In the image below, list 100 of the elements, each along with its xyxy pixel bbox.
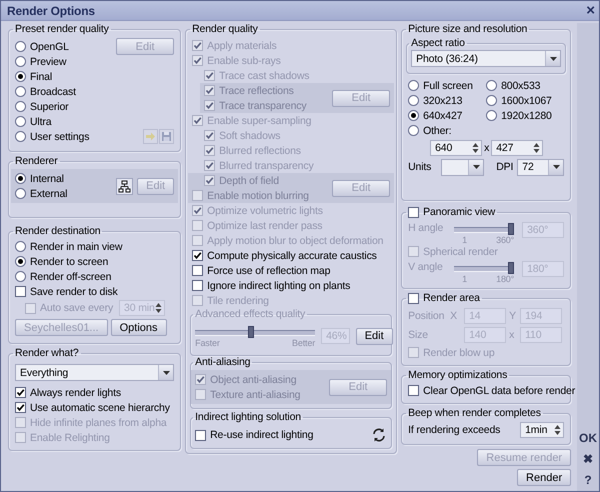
- radio-button[interactable]: [486, 110, 498, 121]
- dropdown[interactable]: Photo (36:24): [411, 50, 562, 67]
- group-title: Indirect lighting solution: [194, 411, 302, 424]
- checkbox-label: Ignore indirect lighting on plants: [207, 280, 350, 292]
- side-button[interactable]: ?: [577, 470, 599, 489]
- spin-icon[interactable]: [155, 302, 162, 314]
- radio-button[interactable]: [486, 80, 498, 91]
- checkbox[interactable]: [192, 280, 204, 291]
- radio-button[interactable]: [15, 116, 26, 127]
- radio-button[interactable]: [15, 71, 26, 82]
- times-label: x: [508, 329, 516, 341]
- checkbox-label: Render blow up: [423, 346, 495, 358]
- radio-button[interactable]: [15, 188, 26, 199]
- radio-label: Render in main view: [30, 240, 122, 252]
- close-button[interactable]: ×: [586, 4, 595, 18]
- slider-label: V angle: [408, 261, 444, 273]
- radio-button[interactable]: [15, 101, 26, 112]
- dropdown[interactable]: Everything: [15, 364, 174, 381]
- spin-icon[interactable]: [533, 142, 540, 154]
- radio-button[interactable]: [408, 110, 420, 121]
- hierarchy-icon[interactable]: [116, 178, 134, 194]
- slider[interactable]: [454, 262, 514, 274]
- checkbox-label: Trace cast shadows: [219, 70, 310, 82]
- times-label: x: [484, 142, 490, 154]
- checkbox-label: Use automatic scene hierarchy: [30, 402, 170, 414]
- spin-icon[interactable]: [472, 142, 480, 154]
- checkbox-label: Save render to disk: [30, 286, 118, 298]
- field-label: Units: [408, 161, 432, 173]
- group-title: Renderer: [14, 155, 59, 168]
- checkbox[interactable]: [408, 207, 420, 218]
- group-title: Memory optimizations: [407, 369, 508, 382]
- field-label: Y: [508, 310, 517, 322]
- checkbox[interactable]: [408, 385, 420, 396]
- checkbox[interactable]: [15, 387, 26, 398]
- checkbox-label: Enable Relighting: [30, 432, 110, 444]
- options-button[interactable]: Options: [110, 319, 167, 336]
- dropdown[interactable]: 72: [517, 158, 564, 176]
- radio-button[interactable]: [408, 80, 420, 91]
- checkbox[interactable]: [195, 430, 206, 440]
- checkbox[interactable]: [192, 250, 204, 261]
- checkbox[interactable]: [408, 293, 420, 304]
- tick-label: 360°: [496, 235, 514, 245]
- checkbox-label: Object anti-aliasing: [210, 374, 296, 386]
- radio-button[interactable]: [15, 256, 26, 267]
- radio-label: Render off-screen: [30, 270, 112, 282]
- tick-label: 1: [461, 235, 467, 245]
- group-title: Panoramic view: [423, 206, 496, 219]
- radio-button[interactable]: [486, 95, 498, 106]
- field-label: X: [450, 310, 458, 322]
- radio-button[interactable]: [408, 125, 420, 136]
- radio-label: 640x427: [423, 110, 462, 122]
- radio-button[interactable]: [15, 86, 26, 97]
- slider-thumb[interactable]: [508, 262, 514, 274]
- checkbox[interactable]: [15, 402, 26, 413]
- checkbox-label: Optimize volumetric lights: [207, 204, 323, 216]
- slider-thumb[interactable]: [508, 223, 514, 235]
- checkbox[interactable]: [15, 286, 26, 297]
- radio-label: Preview: [30, 56, 66, 68]
- slider[interactable]: [454, 223, 514, 235]
- duration-field[interactable]: 1min: [520, 422, 564, 438]
- group-title: Preset render quality: [14, 23, 110, 36]
- tick-label: Better: [292, 338, 316, 348]
- radio-label: User settings: [30, 130, 90, 142]
- radio-label: OpenGL: [30, 40, 69, 52]
- side-button[interactable]: OK: [577, 428, 599, 447]
- radio-button[interactable]: [15, 41, 26, 52]
- slider-label: H angle: [408, 222, 444, 234]
- refresh-icon[interactable]: [371, 427, 388, 443]
- radio-label: 1920x1280: [501, 110, 552, 122]
- checkbox-label: Enable sub-rays: [207, 54, 281, 66]
- group-title: Beep when render completes: [407, 407, 542, 420]
- radio-button[interactable]: [15, 271, 26, 282]
- checkbox-label: Compute physically accurate caustics: [207, 250, 377, 262]
- tick-label: Faster: [195, 338, 220, 348]
- field-label: If rendering exceeds: [408, 424, 500, 436]
- radio-button[interactable]: [15, 131, 26, 142]
- side-button[interactable]: ✖: [577, 449, 599, 468]
- checkbox-label: Texture anti-aliasing: [210, 388, 300, 400]
- checkbox[interactable]: [192, 265, 204, 276]
- radio-label: Internal: [30, 172, 64, 184]
- checkbox-label: Trace reflections: [219, 84, 294, 96]
- spin-icon[interactable]: [554, 424, 562, 436]
- radio-button[interactable]: [15, 241, 26, 252]
- checkbox-label: Always render lights: [30, 386, 121, 398]
- radio-label: 320x213: [423, 94, 462, 106]
- checkbox-label: Auto save every: [40, 302, 114, 314]
- group-title: Render what?: [14, 347, 80, 360]
- radio-label: External: [30, 188, 68, 200]
- number-field[interactable]: 427: [491, 140, 544, 156]
- checkbox-label: Depth of field: [219, 174, 279, 186]
- checkbox-label: Optimize last render pass: [207, 220, 322, 232]
- radio-button[interactable]: [15, 56, 26, 67]
- action-button[interactable]: Render: [517, 469, 572, 486]
- checkbox-label: Blurred reflections: [219, 144, 301, 156]
- radio-button[interactable]: [15, 173, 26, 184]
- checkbox-label: Apply materials: [207, 40, 277, 52]
- number-field[interactable]: 640: [430, 140, 482, 156]
- group-title: Aspect ratio: [410, 37, 466, 50]
- radio-button[interactable]: [408, 95, 420, 106]
- window-title: Render Options: [7, 4, 96, 18]
